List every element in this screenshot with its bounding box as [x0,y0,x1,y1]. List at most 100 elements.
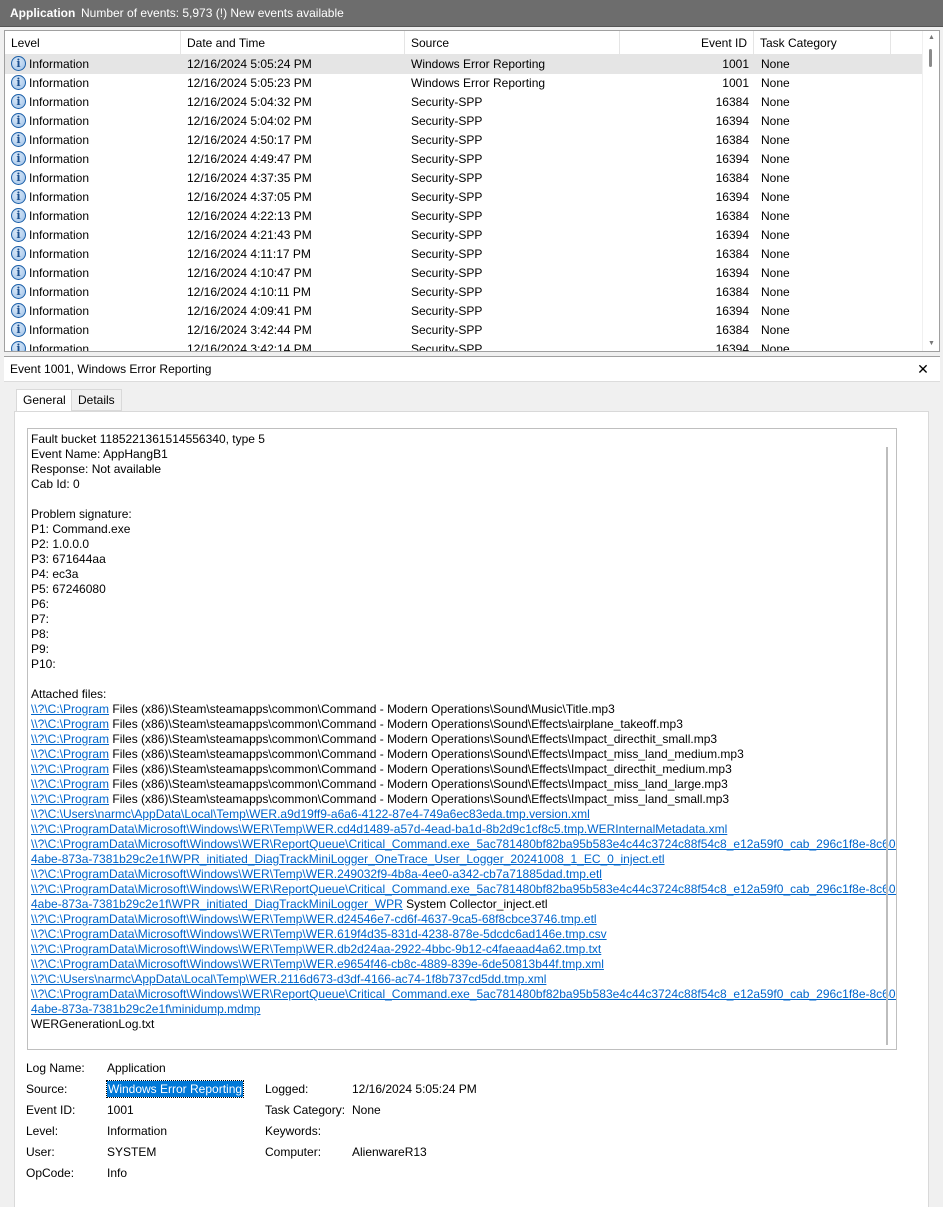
event-date: 12/16/2024 4:50:17 PM [187,133,312,147]
description-text: P6: [31,597,50,611]
file-link[interactable]: \\?\C:\ProgramData\Microsoft\Windows\WER… [31,837,896,851]
file-link[interactable]: 4abe-873a-7381b29c2e1f\minidump.mdmp [31,1002,260,1016]
file-link[interactable]: \\?\C:\ProgramData\Microsoft\Windows\WER… [31,957,604,971]
attached-file-line: \\?\C:\ProgramData\Microsoft\Windows\WER… [31,957,881,972]
event-row[interactable]: i Information 12/16/2024 3:42:44 PM Securit… [5,321,922,340]
description-text: P8: [31,627,50,641]
event-row[interactable]: i Information 12/16/2024 4:10:11 PM Securit… [5,283,922,302]
event-date: 12/16/2024 4:49:47 PM [187,152,312,166]
event-source: Security-SPP [411,152,483,166]
event-task-category: None [761,266,790,280]
scroll-thumb[interactable] [929,49,932,67]
file-link[interactable]: \\?\C:\Program [31,732,109,746]
file-link[interactable]: 4abe-873a-7381b29c2e1f\WPR_initiated_Dia… [31,852,665,866]
event-row[interactable]: i Information 12/16/2024 3:42:14 PM Securit… [5,340,922,351]
description-text: P10: [31,657,56,671]
event-row[interactable]: i Information 12/16/2024 4:22:13 PM Securit… [5,207,922,226]
event-row[interactable]: i Information 12/16/2024 4:37:35 PM Securit… [5,169,922,188]
column-event-id[interactable]: Event ID [620,31,754,55]
event-source: Security-SPP [411,190,483,204]
file-link[interactable]: \\?\C:\Users\narmc\AppData\Local\Temp\WE… [31,807,590,821]
description-line [31,672,881,687]
event-level: i Information [11,207,181,226]
description-line: Problem signature: [31,507,881,522]
event-date: 12/16/2024 4:37:35 PM [187,171,312,185]
event-row[interactable]: i Information 12/16/2024 4:50:17 PM Securit… [5,131,922,150]
description-line: Event Name: AppHangB1 [31,447,881,462]
event-level: i Information [11,264,181,283]
file-link[interactable]: \\?\C:\ProgramData\Microsoft\Windows\WER… [31,882,896,896]
event-id-value: 1001 [107,1103,134,1117]
information-icon: i [11,265,26,281]
log-title: Application [10,6,76,20]
file-link[interactable]: 4abe-873a-7381b29c2e1f\WPR_initiated_Dia… [31,897,403,911]
file-link[interactable]: \\?\C:\Program [31,777,109,791]
event-list-scrollbar[interactable]: ▲ ▼ [922,31,939,351]
column-date[interactable]: Date and Time [181,31,405,55]
event-level: i Information [11,188,181,207]
description-text: P9: [31,642,50,656]
tab-details[interactable]: Details [71,389,122,411]
attached-file-line: \\?\C:\Users\narmc\AppData\Local\Temp\WE… [31,807,881,822]
event-level-text: Information [29,304,90,318]
close-icon[interactable]: ✕ [916,362,930,376]
column-level[interactable]: Level [5,31,181,55]
event-source: Security-SPP [411,304,483,318]
description-text: P2: 1.0.0.0 [31,537,90,551]
event-row[interactable]: i Information 12/16/2024 4:49:47 PM Securit… [5,150,922,169]
file-link[interactable]: \\?\C:\ProgramData\Microsoft\Windows\WER… [31,927,607,941]
event-source: Security-SPP [411,95,483,109]
event-source: Security-SPP [411,247,483,261]
description-scrollbar[interactable] [882,433,892,1045]
file-link[interactable]: \\?\C:\Program [31,792,109,806]
general-tab-panel: Fault bucket 1185221361514556340, type 5… [14,411,929,1207]
source-value[interactable]: Windows Error Reporting [105,1080,245,1098]
event-task-category: None [761,228,790,242]
event-row[interactable]: i Information 12/16/2024 5:04:32 PM Securit… [5,93,922,112]
event-task-category: None [761,190,790,204]
file-link[interactable]: \\?\C:\ProgramData\Microsoft\Windows\WER… [31,987,896,1001]
event-row[interactable]: i Information 12/16/2024 5:04:02 PM Securit… [5,112,922,131]
scroll-down-icon[interactable]: ▼ [923,337,939,351]
file-link[interactable]: \\?\C:\ProgramData\Microsoft\Windows\WER… [31,912,597,926]
event-date: 12/16/2024 3:42:44 PM [187,323,312,337]
column-source[interactable]: Source [405,31,620,55]
scroll-up-icon[interactable]: ▲ [923,31,939,45]
event-description-box[interactable]: Fault bucket 1185221361514556340, type 5… [27,428,897,1050]
description-line: WERGenerationLog.txt [31,1017,881,1032]
description-text: Files (x86)\Steam\steamapps\common\Comma… [109,702,615,716]
file-link[interactable]: \\?\C:\Users\narmc\AppData\Local\Temp\WE… [31,972,546,986]
file-link[interactable]: \\?\C:\ProgramData\Microsoft\Windows\WER… [31,822,727,836]
file-link[interactable]: \\?\C:\ProgramData\Microsoft\Windows\WER… [31,942,601,956]
column-task-category[interactable]: Task Category [754,31,891,55]
description-text: Response: Not available [31,462,162,476]
attached-file-line: \\?\C:\Users\narmc\AppData\Local\Temp\WE… [31,972,881,987]
description-line [31,492,881,507]
event-list-header: Level Date and Time Source Event ID Task… [5,31,922,55]
event-row[interactable]: i Information 12/16/2024 4:11:17 PM Securit… [5,245,922,264]
log-name-value: Application [107,1061,166,1075]
file-link[interactable]: \\?\C:\Program [31,762,109,776]
file-link[interactable]: \\?\C:\Program [31,702,109,716]
event-row[interactable]: i Information 12/16/2024 4:10:47 PM Securit… [5,264,922,283]
event-row[interactable]: i Information 12/16/2024 4:21:43 PM Securit… [5,226,922,245]
event-level: i Information [11,112,181,131]
event-level-text: Information [29,171,90,185]
information-icon: i [11,132,26,148]
description-text: P1: Command.exe [31,522,131,536]
tab-general[interactable]: General [16,389,73,412]
event-row[interactable]: i Information 12/16/2024 5:05:24 PM Windows… [5,55,922,74]
event-row[interactable]: i Information 12/16/2024 4:37:05 PM Securit… [5,188,922,207]
description-text: WERGenerationLog.txt [31,1017,155,1031]
file-link[interactable]: \\?\C:\ProgramData\Microsoft\Windows\WER… [31,867,602,881]
event-date: 12/16/2024 4:22:13 PM [187,209,312,223]
event-level: i Information [11,131,181,150]
description-scroll-track[interactable] [886,447,888,1045]
file-link[interactable]: \\?\C:\Program [31,717,109,731]
event-id: 16384 [715,285,749,299]
file-link[interactable]: \\?\C:\Program [31,747,109,761]
event-row[interactable]: i Information 12/16/2024 5:05:23 PM Windows… [5,74,922,93]
event-date: 12/16/2024 4:10:11 PM [187,285,311,299]
event-row[interactable]: i Information 12/16/2024 4:09:41 PM Securit… [5,302,922,321]
event-source: Security-SPP [411,266,483,280]
